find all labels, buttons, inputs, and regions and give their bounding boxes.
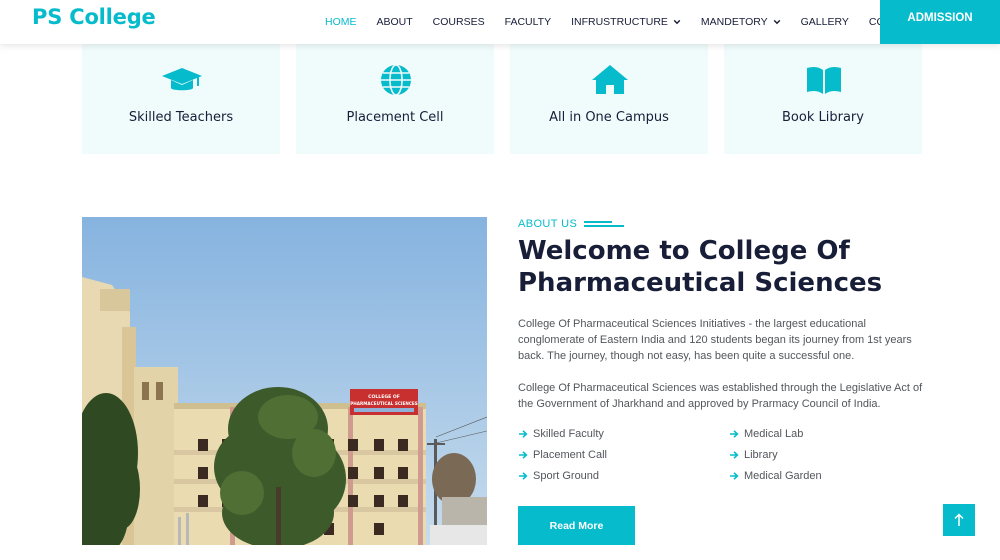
list-item-label: Library <box>744 449 778 461</box>
list-item-label: Sport Ground <box>533 470 600 482</box>
feature-card-teachers: Skilled Teachers <box>82 44 280 154</box>
chevron-down-icon <box>773 19 780 25</box>
brand-logo[interactable]: PS College <box>32 5 156 29</box>
nav-faculty-label: FACULTY <box>504 16 552 28</box>
list-item: Medical Garden <box>729 470 822 482</box>
nav-faculty[interactable]: FACULTY <box>505 16 551 28</box>
list-item: Library <box>729 449 778 461</box>
arrow-right-icon <box>519 451 528 459</box>
list-item-label: Medical Lab <box>744 428 804 440</box>
nav-infrastructure-label: INFRUSTRUCTURE <box>571 16 668 28</box>
nav-gallery-label: GALLERY <box>800 16 849 28</box>
list-item-label: Placement Call <box>533 449 607 461</box>
arrow-right-icon <box>730 451 739 459</box>
nav-mandatory-dropdown[interactable]: MANDETORY <box>701 16 781 28</box>
home-icon <box>592 65 628 94</box>
navbar: PS College HOME ABOUT COURSES FACULTY IN… <box>0 0 1000 44</box>
feature-card-library: Book Library <box>724 44 922 154</box>
nav-home[interactable]: HOME <box>325 16 357 28</box>
list-item: Skilled Faculty <box>518 428 604 440</box>
list-item: Medical Lab <box>729 428 803 440</box>
feature-card-campus: All in One Campus <box>510 44 708 154</box>
list-item-label: Skilled Faculty <box>533 428 604 440</box>
arrow-right-icon <box>519 472 528 480</box>
feature-title: Book Library <box>782 110 864 125</box>
arrow-right-icon <box>519 430 528 438</box>
arrow-up-icon <box>954 513 964 526</box>
feature-card-placement: Placement Cell <box>296 44 494 154</box>
nav-gallery[interactable]: GALLERY <box>801 16 849 28</box>
eyebrow-divider <box>584 221 624 227</box>
book-open-icon <box>807 66 841 94</box>
about-heading: Welcome to College Of Pharmaceutical Sci… <box>518 236 883 298</box>
read-more-button[interactable]: Read More <box>518 506 635 545</box>
nav-courses-label: COURSES <box>432 16 485 28</box>
svg-text:COLLEGE OF: COLLEGE OF <box>368 394 400 400</box>
globe-icon <box>381 64 411 96</box>
feature-title: Placement Cell <box>346 110 444 125</box>
nav-about[interactable]: ABOUT <box>377 16 413 28</box>
nav-about-label: ABOUT <box>376 16 413 28</box>
campus-photo: COLLEGE OF PHARMACEUTICAL SCIENCES <box>82 217 487 545</box>
main-nav: HOME ABOUT COURSES FACULTY INFRUSTRUCTUR… <box>316 0 939 44</box>
nav-courses[interactable]: COURSES <box>433 16 485 28</box>
list-item-label: Medical Garden <box>744 470 822 482</box>
nav-mandatory-label: MANDETORY <box>700 16 768 28</box>
about-eyebrow: ABOUT US <box>518 218 578 230</box>
list-item: Placement Call <box>518 449 607 461</box>
list-item: Sport Ground <box>518 470 599 482</box>
feature-title: All in One Campus <box>549 110 669 125</box>
about-paragraph-1: College Of Pharmaceutical Sciences Initi… <box>518 318 912 362</box>
back-to-top-button[interactable] <box>943 504 975 536</box>
arrow-right-icon <box>730 430 739 438</box>
nav-home-label: HOME <box>325 16 357 28</box>
about-paragraph-2: College Of Pharmaceutical Sciences was e… <box>518 382 923 410</box>
arrow-right-icon <box>730 472 739 480</box>
graduation-cap-icon <box>162 68 202 91</box>
nav-infrastructure-dropdown[interactable]: INFRUSTRUCTURE <box>571 16 681 28</box>
svg-text:PHARMACEUTICAL SCIENCES: PHARMACEUTICAL SCIENCES <box>350 401 418 406</box>
feature-title: Skilled Teachers <box>128 110 234 125</box>
admission-button[interactable]: ADMISSION <box>880 0 1000 44</box>
chevron-down-icon <box>673 19 681 25</box>
